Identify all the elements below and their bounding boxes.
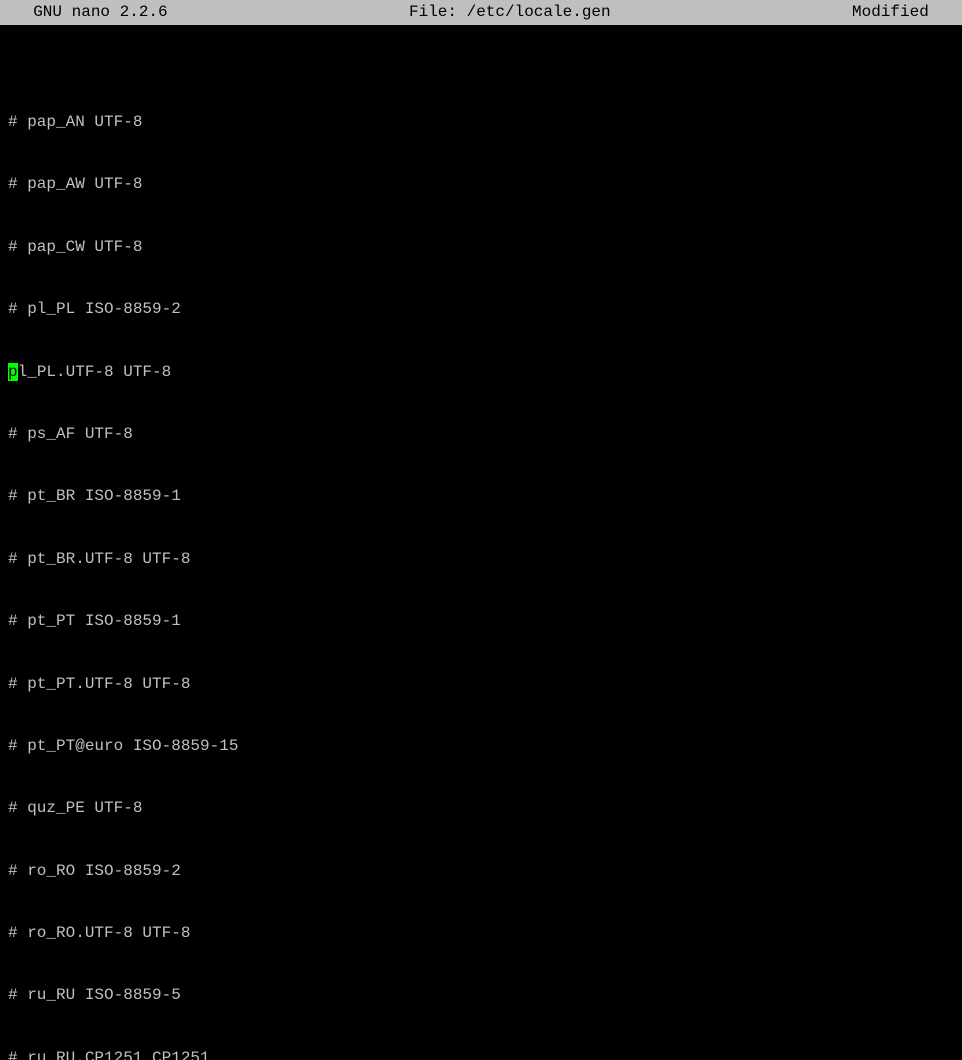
editor-line: # ru_RU ISO-8859-5 — [8, 985, 954, 1006]
editor-line: # pt_BR.UTF-8 UTF-8 — [8, 549, 954, 570]
editor-area[interactable]: # pap_AN UTF-8 # pap_AW UTF-8 # pap_CW U… — [0, 25, 962, 1060]
editor-cursor-line: pl_PL.UTF-8 UTF-8 — [8, 362, 954, 383]
editor-line: # quz_PE UTF-8 — [8, 798, 954, 819]
editor-line: # pt_PT ISO-8859-1 — [8, 611, 954, 632]
titlebar: GNU nano 2.2.6 File: /etc/locale.gen Mod… — [0, 0, 962, 25]
editor-line: # pt_BR ISO-8859-1 — [8, 486, 954, 507]
editor-line: # ro_RO.UTF-8 UTF-8 — [8, 923, 954, 944]
modified-status: Modified — [852, 2, 948, 23]
file-path: File: /etc/locale.gen — [409, 2, 611, 23]
editor-line: # pap_AN UTF-8 — [8, 112, 954, 133]
editor-line: # pap_CW UTF-8 — [8, 237, 954, 258]
editor-line: # pl_PL ISO-8859-2 — [8, 299, 954, 320]
editor-line: # pt_PT.UTF-8 UTF-8 — [8, 674, 954, 695]
app-title: GNU nano 2.2.6 — [14, 2, 168, 23]
cursor-line-rest: l_PL.UTF-8 UTF-8 — [18, 363, 172, 381]
editor-line: # ru_RU.CP1251 CP1251 — [8, 1048, 954, 1060]
editor-line: # pt_PT@euro ISO-8859-15 — [8, 736, 954, 757]
editor-line: # ro_RO ISO-8859-2 — [8, 861, 954, 882]
editor-line: # pap_AW UTF-8 — [8, 174, 954, 195]
cursor: p — [8, 363, 18, 381]
editor-line: # ps_AF UTF-8 — [8, 424, 954, 445]
